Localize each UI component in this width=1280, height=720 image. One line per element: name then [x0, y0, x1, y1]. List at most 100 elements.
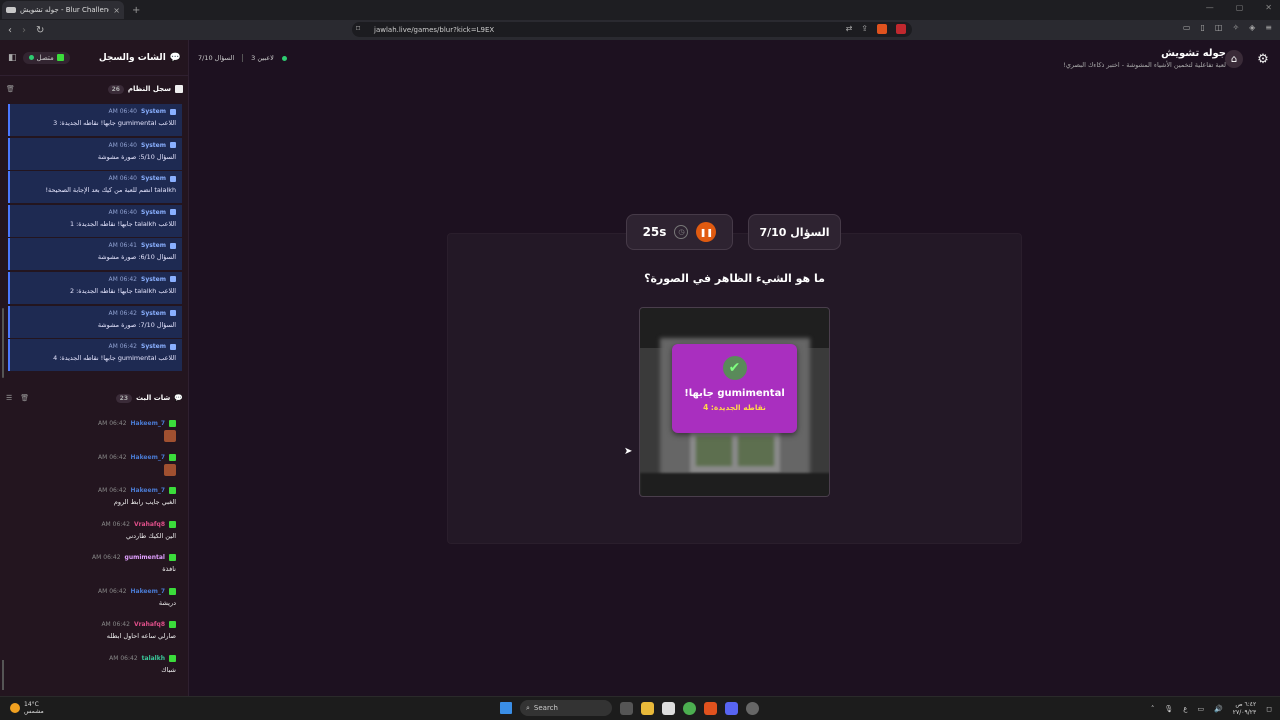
system-log-item: System 06:41 AM السؤال 6/10: صورة مشوشة — [8, 238, 182, 271]
settings-button[interactable]: ⚙ — [1254, 50, 1272, 68]
question-text: ما هو الشيء الظاهر في الصورة؟ — [644, 272, 825, 285]
store-icon[interactable] — [662, 701, 675, 715]
scrollbar[interactable] — [2, 308, 4, 378]
network-icon[interactable]: ▭ — [1197, 705, 1204, 713]
file-explorer-icon[interactable] — [641, 701, 654, 715]
share-icon[interactable]: ⇪ — [861, 24, 868, 34]
log-time: 06:42 AM — [108, 343, 138, 351]
notifications-icon[interactable]: ◻ — [1266, 705, 1272, 713]
pause-button[interactable]: ❚❚ — [696, 222, 717, 242]
collapse-sidebar-icon[interactable]: ◧ — [8, 53, 17, 63]
chat-bubble-icon: 💬 — [169, 52, 181, 63]
task-view-icon[interactable] — [620, 701, 633, 715]
media-icon[interactable]: ▭ — [1183, 23, 1191, 32]
log-sender: System — [141, 175, 166, 183]
bookmark-icon[interactable]: ⌑ — [356, 24, 360, 33]
clear-chat-icon[interactable]: 🗑 — [20, 394, 29, 402]
chat-message: Hakeem_7 06:42 AM الغبي جايب رابط الروم — [8, 487, 182, 521]
brave-icon[interactable] — [704, 701, 717, 715]
chat-time: 06:42 AM — [98, 487, 127, 494]
mouse-cursor-icon: ➤ — [624, 446, 633, 457]
brave-shield-icon[interactable] — [877, 24, 887, 34]
menu-icon[interactable]: ≡ — [1265, 23, 1272, 32]
browser-tab[interactable]: جوله تشويش - Blur Challenge | × — [2, 1, 124, 19]
chat-time: 06:42 AM — [98, 587, 127, 595]
filter-icon[interactable]: ☰ — [6, 394, 12, 402]
mic-icon[interactable]: 🎙 — [1164, 705, 1173, 713]
obs-icon[interactable] — [746, 701, 759, 715]
chevron-up-icon[interactable]: ˄ — [1151, 705, 1155, 713]
discord-icon[interactable] — [725, 701, 738, 715]
volume-icon[interactable]: 🔊 — [1214, 705, 1223, 713]
close-window-button[interactable]: ✕ — [1265, 3, 1272, 12]
chat-username[interactable]: Vrahafq8 — [134, 621, 165, 628]
info-icon — [170, 343, 176, 350]
players-count: 3 لاعبين — [251, 54, 274, 62]
system-tray: ˄ 🎙 ع ▭ 🔊 ٦:٤٢ ص ٢٧/٠٩/٢٣ ◻ — [1151, 701, 1272, 717]
chat-message: Vrahafq8 06:42 AM الين الكيك طاردني — [8, 520, 182, 555]
tab-title: جوله تشويش - Blur Challenge | — [20, 6, 109, 14]
gear-icon: ⚙ — [1257, 51, 1269, 67]
extension-icon[interactable]: ✧ — [1232, 23, 1239, 32]
chat-username[interactable]: Hakeem_7 — [131, 454, 165, 461]
log-sender: System — [141, 108, 166, 115]
chat-message: Hakeem_7 06:42 AM — [8, 453, 182, 488]
image-region — [640, 473, 829, 496]
chat-username[interactable]: Vrahafq8 — [134, 521, 165, 528]
tab-close-button[interactable]: × — [113, 6, 120, 15]
sidebar-header: ◧ متصل الشات والسجل 💬 — [0, 40, 189, 76]
log-text: اللاعب talalkh جابها! نقاطه الجديدة: 2 — [70, 286, 176, 295]
chat-username[interactable]: Hakeem_7 — [131, 588, 165, 595]
log-time: 06:40 AM — [108, 141, 138, 149]
temperature: 14°C — [24, 701, 39, 708]
online-dot-icon — [281, 55, 287, 61]
reload-icon[interactable]: ↻ — [36, 25, 44, 36]
winner-text: gumimental جابها! — [684, 388, 785, 399]
url-text[interactable]: jawlah.live/games/blur?kick=L9EX — [374, 26, 494, 34]
log-time: 06:42 AM — [108, 309, 138, 317]
chat-username[interactable]: gumimental — [125, 554, 165, 561]
log-sender: System — [141, 343, 166, 351]
question-pill: السؤال 7/10 — [748, 214, 841, 250]
forward-icon[interactable]: › — [22, 25, 26, 36]
chat-text: شباك — [161, 665, 176, 674]
chat-username[interactable]: talalkh — [142, 655, 165, 662]
chat-username[interactable]: Hakeem_7 — [131, 420, 165, 427]
url-bar[interactable]: ⌑ jawlah.live/games/blur?kick=L9EX ⇄ ⇪ — [352, 22, 912, 37]
address-toolbar: ‹ › ↻ ⌑ jawlah.live/games/blur?kick=L9EX… — [0, 20, 1280, 40]
chat-time: 06:42 AM — [98, 453, 127, 461]
game-status-bar: السؤال 7/10 3 لاعبين — [198, 54, 287, 62]
back-icon[interactable]: ‹ — [8, 25, 12, 36]
live-chat-count: 23 — [115, 393, 132, 403]
live-chat-header: ☰ 🗑 23 شات البث 💬 — [0, 390, 189, 406]
windows-start-icon[interactable] — [500, 702, 512, 714]
kick-logo-icon — [169, 554, 176, 561]
new-tab-button[interactable]: + — [132, 5, 140, 16]
clear-log-icon[interactable]: 🗑 — [6, 85, 15, 93]
log-time: 06:42 AM — [108, 275, 138, 283]
taskbar-clock[interactable]: ٦:٤٢ ص ٢٧/٠٩/٢٣ — [1233, 701, 1256, 717]
vpn-icon[interactable]: ◈ — [1249, 23, 1255, 32]
log-text: اللاعب gumimental جابها! نقاطه الجديدة: … — [53, 354, 176, 363]
weather-widget[interactable]: 14°C مشمس — [10, 701, 44, 715]
maximize-button[interactable]: ▢ — [1236, 3, 1244, 12]
kick-logo-icon — [56, 54, 64, 61]
chat-scrollbar[interactable] — [2, 660, 4, 690]
minimize-button[interactable]: — — [1206, 3, 1214, 12]
brave-rewards-icon[interactable] — [896, 24, 906, 34]
translate-icon[interactable]: ⇄ — [846, 24, 853, 34]
sun-icon — [10, 703, 20, 713]
taskbar-search[interactable]: ⌕ Search — [520, 700, 612, 716]
chat-username[interactable]: Hakeem_7 — [131, 487, 165, 494]
chrome-icon[interactable] — [683, 701, 696, 715]
log-sender: System — [141, 275, 166, 283]
kick-logo-icon — [169, 420, 176, 427]
sidebar-toggle-icon[interactable]: ▯ — [1200, 23, 1204, 32]
chat-time: 06:42 AM — [101, 621, 130, 628]
home-button[interactable]: ⌂ — [1225, 50, 1243, 68]
log-time: 06:41 AM — [108, 242, 138, 250]
language-indicator[interactable]: ع — [1183, 705, 1187, 713]
tab-search-icon[interactable]: ◫ — [1215, 23, 1223, 32]
system-log-item: System 06:40 AM اللاعب talalkh جابها! نقاط… — [8, 204, 182, 237]
tab-favicon-icon — [6, 7, 16, 13]
